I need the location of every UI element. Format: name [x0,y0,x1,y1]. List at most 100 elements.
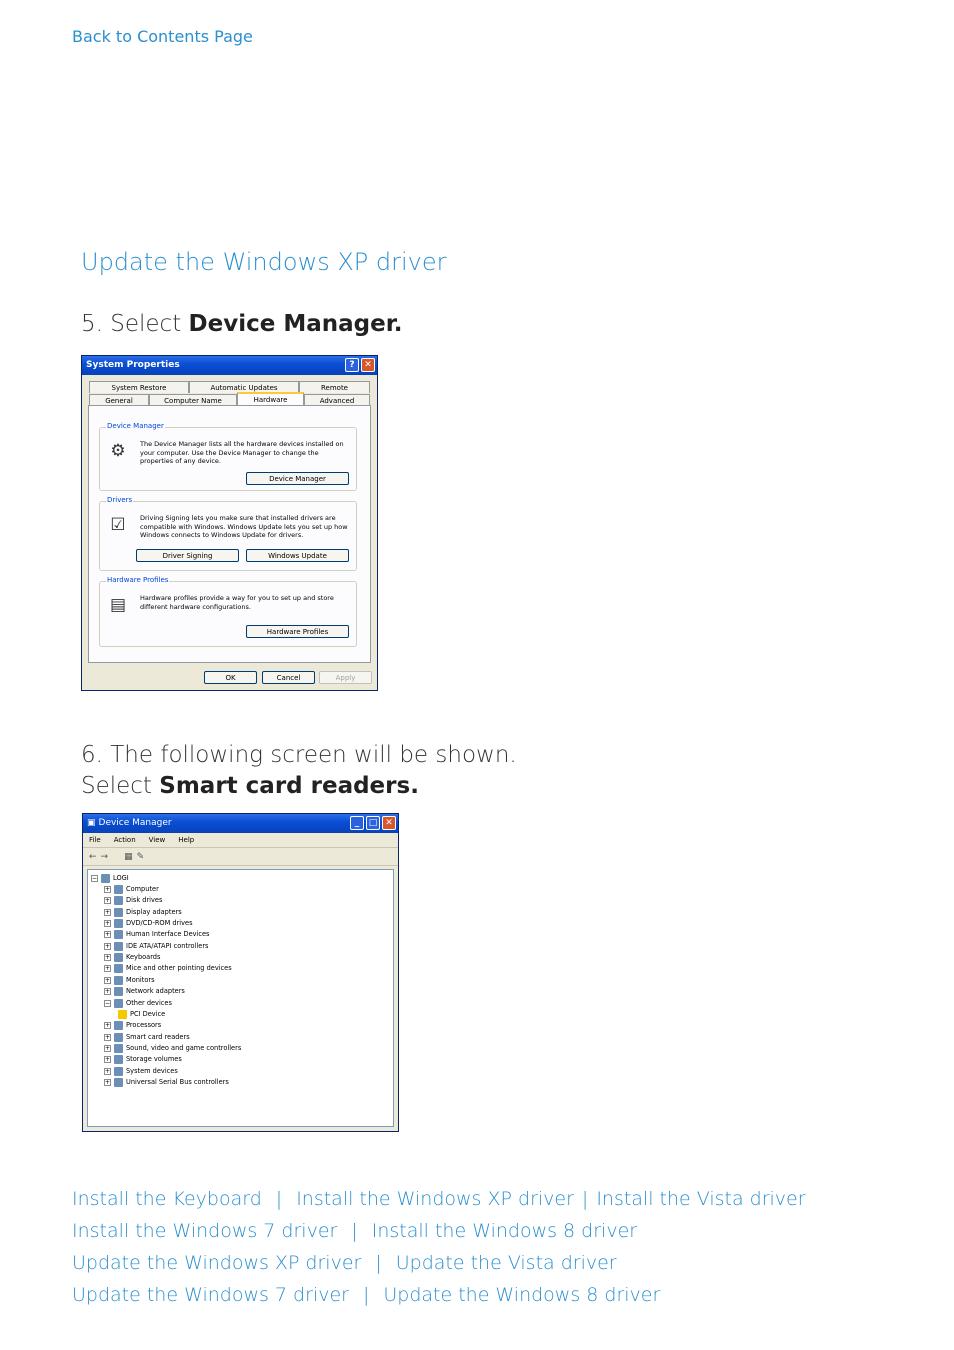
device-category-row[interactable]: + Universal Serial Bus controllers [104,1077,229,1088]
device-manager-group: Device Manager ⚙ The Device Manager list… [99,422,357,491]
system-properties-title: System Properties [86,360,180,370]
device-category-icon [114,1066,123,1076]
update-win7-link[interactable]: Update the Windows 7 driver [72,1284,349,1306]
expand-icon[interactable]: + [104,1056,111,1064]
device-category-label: Other devices [126,998,172,1007]
expand-icon[interactable]: + [104,886,111,893]
device-category-row[interactable]: + Human Interface Devices [104,929,209,940]
device-category-icon [114,1021,123,1031]
device-manager-group-label: Device Manager [106,422,165,430]
device-category-row[interactable]: + Mice and other pointing devices [104,963,232,974]
menu-file[interactable]: File [89,833,101,847]
device-manager-icon: ⚙ [110,441,126,461]
expand-icon[interactable]: + [104,897,111,905]
expand-icon[interactable]: + [104,1033,111,1041]
expand-icon[interactable]: + [104,1022,111,1030]
device-category-row[interactable]: + IDE ATA/ATAPI controllers [104,941,208,952]
section-title: Update the Windows XP driver [81,248,447,276]
expand-icon[interactable]: + [104,931,111,939]
collapse-icon[interactable]: − [104,999,111,1007]
device-category-icon [114,953,123,963]
device-category-row[interactable]: + Storage volumes [104,1054,182,1065]
hardware-profiles-button[interactable]: Hardware Profiles [246,625,349,638]
collapse-icon[interactable]: − [91,875,98,882]
expand-icon[interactable]: + [104,908,111,916]
install-xp-link[interactable]: Install the Windows XP driver [296,1188,574,1210]
device-category-icon [114,885,123,894]
install-keyboard-link[interactable]: Install the Keyboard [72,1188,262,1210]
minimize-button[interactable]: _ [350,816,364,830]
install-vista-link[interactable]: Install the Vista driver [596,1188,805,1210]
menu-help[interactable]: Help [178,833,194,847]
tab-row-back: System Restore Automatic Updates Remote [89,381,370,393]
nav-separator: | [581,1188,589,1210]
drivers-description: Driving Signing lets you make sure that … [140,514,348,539]
install-win8-link[interactable]: Install the Windows 8 driver [372,1220,637,1242]
expand-icon[interactable]: + [104,1067,111,1075]
install-win7-link[interactable]: Install the Windows 7 driver [72,1220,337,1242]
expand-icon[interactable]: + [104,942,111,950]
menu-action[interactable]: Action [114,833,136,847]
device-category-row[interactable]: + Sound, video and game controllers [104,1043,241,1054]
apply-button[interactable]: Apply [319,671,372,684]
driver-signing-button[interactable]: Driver Signing [136,549,239,562]
nav-separator: | [375,1252,382,1274]
close-button[interactable]: ✕ [361,358,375,372]
device-category-row[interactable]: + System devices [104,1066,178,1077]
device-category-row[interactable]: + Display adapters [104,907,182,918]
step-6-prefix: Select [81,773,160,799]
device-category-row[interactable]: + Monitors [104,975,155,986]
expand-icon[interactable]: + [104,954,111,962]
menu-view[interactable]: View [149,833,166,847]
driver-signing-icon: ☑ [110,515,126,535]
device-category-row[interactable]: + Processors [104,1020,161,1031]
properties-icon[interactable]: ✎ [137,852,145,862]
expand-icon[interactable]: + [104,1078,111,1086]
step-5-instruction: 5. Select Device Manager. [81,309,403,340]
update-vista-link[interactable]: Update the Vista driver [396,1252,617,1274]
hardware-profiles-group-label: Hardware Profiles [106,576,170,584]
tree-root[interactable]: − LOGI [91,873,129,884]
expand-icon[interactable]: + [104,920,111,928]
nav-line-2: Install the Windows 7 driver | Install the… [72,1220,637,1242]
device-category-row[interactable]: − Other devices [104,998,172,1009]
device-category-row[interactable]: + Network adapters [104,986,185,997]
tab-remote[interactable]: Remote [299,381,370,393]
expand-icon[interactable]: + [104,976,111,984]
forward-arrow-icon[interactable]: → [101,852,109,862]
update-win8-link[interactable]: Update the Windows 8 driver [383,1284,660,1306]
hardware-profiles-description: Hardware profiles provide a way for you … [140,594,334,611]
device-manager-window: ▣ Device Manager _ □ ✕ File Action View H… [82,813,399,1132]
device-category-row[interactable]: + Disk drives [104,895,162,906]
tab-system-restore[interactable]: System Restore [89,381,189,393]
tab-hardware[interactable]: Hardware [237,392,304,406]
maximize-button[interactable]: □ [366,816,380,830]
step-5-prefix: 5. Select [81,311,189,337]
device-category-row[interactable]: + DVD/CD-ROM drives [104,918,193,929]
device-category-row[interactable]: PCI Device [118,1009,165,1020]
back-arrow-icon[interactable]: ← [89,852,97,862]
close-button[interactable]: ✕ [382,816,396,830]
toolbar: ← → ▦ ✎ [83,848,398,866]
ok-button[interactable]: OK [204,671,257,684]
device-category-icon [114,1032,123,1042]
expand-icon[interactable]: + [104,988,111,996]
device-category-label: Network adapters [126,987,185,996]
device-category-row[interactable]: + Smart card readers [104,1032,190,1043]
cancel-button[interactable]: Cancel [262,671,315,684]
windows-update-button[interactable]: Windows Update [246,549,349,562]
update-xp-link[interactable]: Update the Windows XP driver [72,1252,361,1274]
expand-icon[interactable]: + [104,1044,111,1052]
device-category-label: Disk drives [126,896,163,905]
device-manager-button[interactable]: Device Manager [246,472,349,485]
device-category-icon [114,1055,123,1065]
device-category-row[interactable]: + Computer [104,884,159,895]
help-button[interactable]: ? [345,358,359,372]
device-category-label: Human Interface Devices [126,930,210,939]
nav-separator: | [275,1188,283,1210]
hardware-profiles-icon: ▤ [109,595,127,615]
device-category-row[interactable]: + Keyboards [104,952,160,963]
expand-icon[interactable]: + [104,965,111,973]
view-icon[interactable]: ▦ [124,852,133,862]
back-to-contents-link[interactable]: Back to Contents Page [72,27,253,46]
